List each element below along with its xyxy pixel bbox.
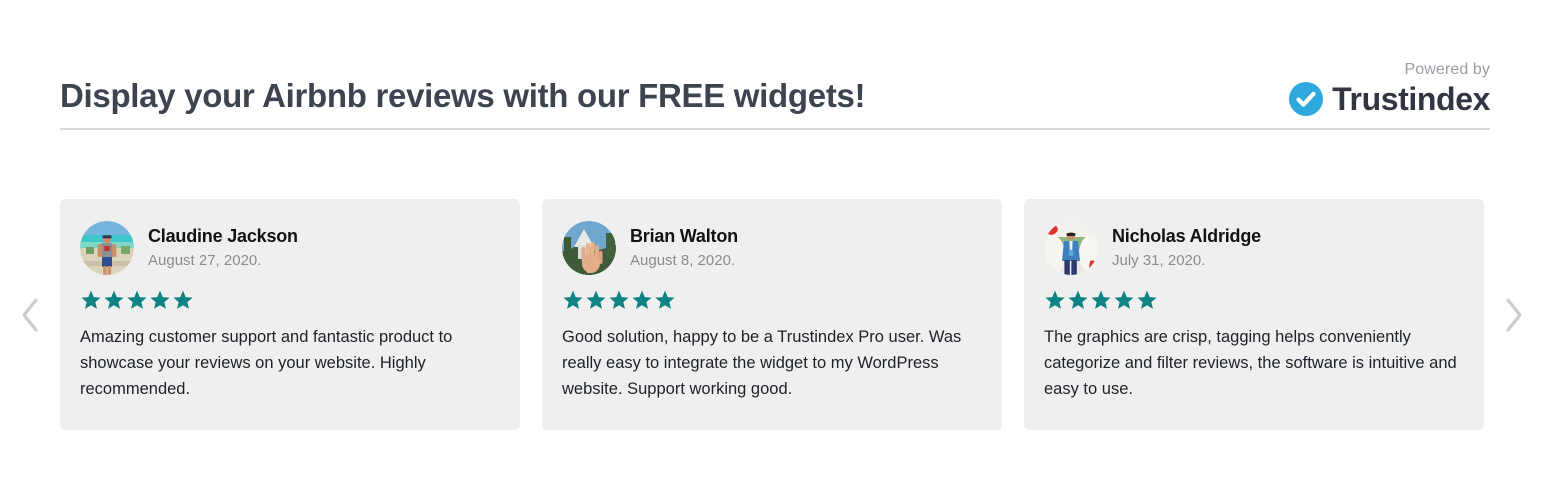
review-date: August 27, 2020. bbox=[148, 251, 262, 269]
chevron-right-icon bbox=[1501, 295, 1527, 335]
avatar bbox=[1044, 221, 1098, 275]
reviews-carousel: Claudine Jackson August 27, 2020. Amazin… bbox=[0, 199, 1544, 430]
reviewer-name: Claudine Jackson bbox=[148, 226, 298, 247]
review-date: August 8, 2020. bbox=[630, 251, 736, 269]
review-card-header: Claudine Jackson August 27, 2020. bbox=[80, 220, 500, 276]
star-icon bbox=[609, 290, 629, 309]
review-card[interactable]: Nicholas Aldridge July 31, 2020. The gra… bbox=[1024, 199, 1484, 430]
trustindex-logo[interactable]: Trustindex bbox=[1289, 82, 1490, 116]
star-icon bbox=[655, 290, 675, 309]
star-rating bbox=[1044, 288, 1464, 310]
star-rating bbox=[80, 288, 500, 310]
star-icon bbox=[1045, 290, 1065, 309]
widget-header: Display your Airbnb reviews with our FRE… bbox=[60, 45, 1490, 130]
star-icon bbox=[1114, 290, 1134, 309]
star-icon bbox=[127, 290, 147, 309]
star-icon bbox=[563, 290, 583, 309]
star-icon bbox=[81, 290, 101, 309]
check-circle-icon bbox=[1289, 82, 1324, 116]
reviewer-info: Claudine Jackson August 27, 2020. bbox=[148, 225, 298, 271]
star-icon bbox=[104, 290, 124, 309]
chevron-left-icon bbox=[17, 295, 43, 335]
review-text: Amazing customer support and fantastic p… bbox=[80, 328, 453, 398]
star-icon bbox=[150, 290, 170, 309]
review-cards: Claudine Jackson August 27, 2020. Amazin… bbox=[60, 199, 1484, 430]
avatar bbox=[80, 221, 134, 275]
reviewer-info: Nicholas Aldridge July 31, 2020. bbox=[1112, 225, 1261, 271]
review-card-header: Nicholas Aldridge July 31, 2020. bbox=[1044, 220, 1464, 276]
carousel-prev-button[interactable] bbox=[0, 199, 60, 430]
page-title: Display your Airbnb reviews with our FRE… bbox=[60, 76, 866, 114]
brand-name: Trustindex bbox=[1332, 81, 1490, 117]
star-rating bbox=[562, 288, 982, 310]
review-text: Good solution, happy to be a Trustindex … bbox=[562, 328, 962, 398]
star-icon bbox=[1091, 290, 1111, 309]
star-icon bbox=[173, 290, 193, 309]
reviewer-name: Brian Walton bbox=[630, 226, 738, 247]
review-date: July 31, 2020. bbox=[1112, 251, 1206, 269]
review-card[interactable]: Brian Walton August 8, 2020. Good soluti… bbox=[542, 199, 1002, 430]
star-icon bbox=[1068, 290, 1088, 309]
star-icon bbox=[632, 290, 652, 309]
brand-block: Powered by Trustindex bbox=[1289, 60, 1490, 128]
star-icon bbox=[1137, 290, 1157, 309]
powered-by-label: Powered by bbox=[1404, 60, 1490, 78]
trustindex-reviews-widget: Display your Airbnb reviews with our FRE… bbox=[0, 0, 1544, 500]
reviewer-info: Brian Walton August 8, 2020. bbox=[630, 225, 738, 271]
review-card-header: Brian Walton August 8, 2020. bbox=[562, 220, 982, 276]
avatar bbox=[562, 221, 616, 275]
review-card[interactable]: Claudine Jackson August 27, 2020. Amazin… bbox=[60, 199, 520, 430]
carousel-next-button[interactable] bbox=[1484, 199, 1544, 430]
star-icon bbox=[586, 290, 606, 309]
reviewer-name: Nicholas Aldridge bbox=[1112, 226, 1261, 247]
review-text: The graphics are crisp, tagging helps co… bbox=[1044, 328, 1457, 398]
